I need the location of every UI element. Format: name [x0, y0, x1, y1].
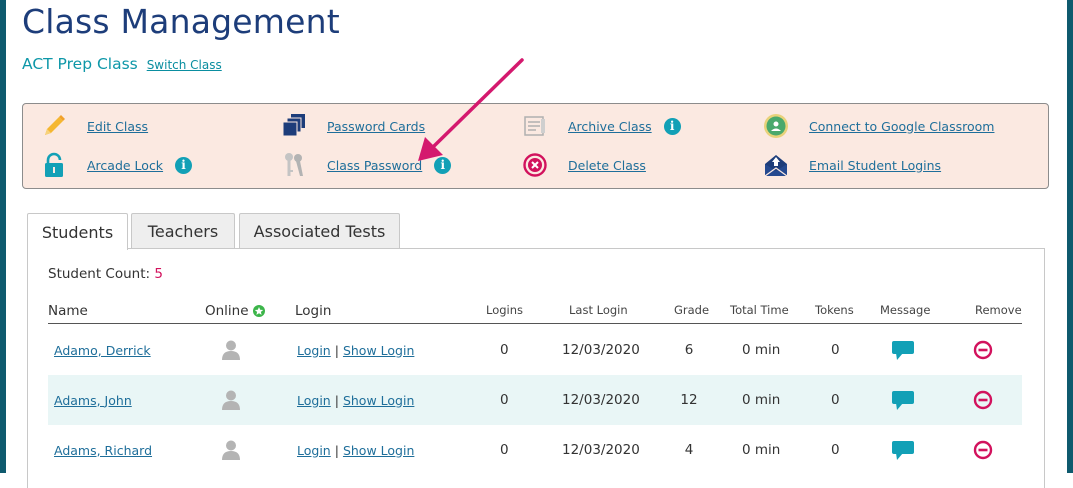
total-time-value: 0 min: [742, 392, 781, 408]
person-icon: [220, 325, 242, 375]
student-name-link[interactable]: Adamo, Derrick: [54, 343, 151, 358]
student-name-cell: Adams, Richard: [54, 425, 152, 475]
login-links: Login | Show Login: [297, 375, 414, 425]
remove-icon[interactable]: [973, 325, 993, 375]
message-icon[interactable]: [891, 325, 915, 375]
grade-value: 6: [684, 342, 694, 358]
col-remove: Remove: [975, 303, 1022, 317]
login-separator: |: [334, 392, 339, 408]
login-link[interactable]: Login: [297, 443, 331, 458]
col-last-login[interactable]: Last Login: [569, 303, 628, 317]
col-online-label: Online: [205, 303, 249, 319]
person-icon: [220, 425, 242, 475]
online-status-icon: [252, 305, 265, 317]
student-count-value: 5: [154, 266, 163, 282]
header-divider: [48, 323, 1022, 324]
table-row: Adams, John Login | Show Login 0 12/03/2…: [48, 375, 1022, 425]
col-message: Message: [880, 303, 931, 317]
tab-students[interactable]: Students: [27, 213, 128, 250]
tab-associated-tests[interactable]: Associated Tests: [239, 213, 400, 249]
show-login-link[interactable]: Show Login: [343, 343, 414, 358]
login-separator: |: [334, 342, 339, 358]
tokens-value: 0: [831, 342, 840, 358]
col-login: Login: [295, 303, 332, 319]
message-icon[interactable]: [891, 425, 915, 475]
grade-value: 4: [684, 442, 694, 458]
logins-value: 0: [500, 392, 509, 408]
col-total-time[interactable]: Total Time: [730, 303, 789, 317]
col-logins[interactable]: Logins: [486, 303, 523, 317]
logins-value: 0: [500, 342, 509, 358]
student-name-link[interactable]: Adams, John: [54, 393, 132, 408]
student-name-cell: Adamo, Derrick: [54, 325, 151, 375]
total-time-value: 0 min: [742, 342, 781, 358]
login-links: Login | Show Login: [297, 325, 414, 375]
col-grade[interactable]: Grade: [674, 303, 709, 317]
tokens-value: 0: [831, 392, 840, 408]
message-icon[interactable]: [891, 375, 915, 425]
remove-icon[interactable]: [973, 375, 993, 425]
student-name-cell: Adams, John: [54, 375, 132, 425]
last-login-value: 12/03/2020: [562, 392, 640, 408]
last-login-value: 12/03/2020: [562, 342, 640, 358]
tokens-value: 0: [831, 442, 840, 458]
last-login-value: 12/03/2020: [562, 442, 640, 458]
show-login-link[interactable]: Show Login: [343, 393, 414, 408]
col-tokens[interactable]: Tokens: [815, 303, 854, 317]
login-separator: |: [334, 442, 339, 458]
login-link[interactable]: Login: [297, 393, 331, 408]
student-count: Student Count: 5: [48, 266, 163, 282]
table-row: Adamo, Derrick Login | Show Login 0 12/0…: [48, 325, 1022, 375]
login-link[interactable]: Login: [297, 343, 331, 358]
table-row: Adams, Richard Login | Show Login 0 12/0…: [48, 425, 1022, 475]
col-online: Online: [205, 303, 265, 319]
tab-teachers[interactable]: Teachers: [131, 213, 235, 249]
total-time-value: 0 min: [742, 442, 781, 458]
person-icon: [220, 375, 242, 425]
student-count-label: Student Count:: [48, 266, 151, 282]
col-name[interactable]: Name: [48, 303, 88, 319]
show-login-link[interactable]: Show Login: [343, 443, 414, 458]
logins-value: 0: [500, 442, 509, 458]
login-links: Login | Show Login: [297, 425, 414, 475]
grade-value: 12: [680, 392, 698, 408]
remove-icon[interactable]: [973, 425, 993, 475]
student-name-link[interactable]: Adams, Richard: [54, 443, 152, 458]
